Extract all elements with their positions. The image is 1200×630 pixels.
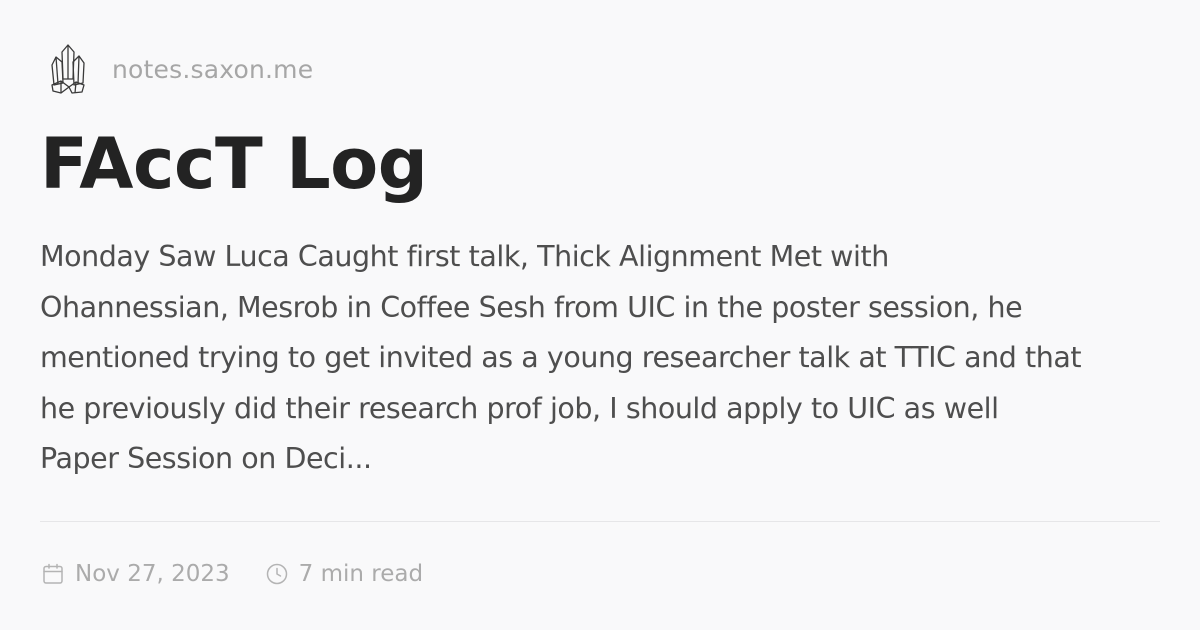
excerpt-line: he previously did their research prof jo… [40,391,999,425]
post-meta: Nov 27, 2023 7 min read [40,556,423,592]
site-header[interactable]: notes.saxon.me [48,40,313,98]
read-time: 7 min read [264,561,423,587]
excerpt-line: Monday Saw Luca Caught first talk, Thick… [40,240,889,273]
post-date-text: Nov 27, 2023 [75,561,230,587]
crystal-cluster-icon [48,42,88,96]
post-title: FAccT Log [40,123,428,205]
read-time-text: 7 min read [298,561,424,587]
post-preview-card: notes.saxon.me FAccT Log Monday Saw Luca… [0,0,1200,630]
site-name[interactable]: notes.saxon.me [112,55,313,84]
post-date: Nov 27, 2023 [40,561,230,587]
calendar-icon [40,561,66,587]
excerpt-line: mentioned trying to get invited as a you… [40,341,1082,374]
clock-icon [264,561,290,587]
excerpt-line: Ohannessian, Mesrob in Coffee Sesh from … [40,290,1023,324]
post-excerpt: Monday Saw Luca Caught first talk, Thick… [40,232,1165,485]
excerpt-line: Paper Session on Deci... [40,442,372,475]
divider [40,521,1160,522]
